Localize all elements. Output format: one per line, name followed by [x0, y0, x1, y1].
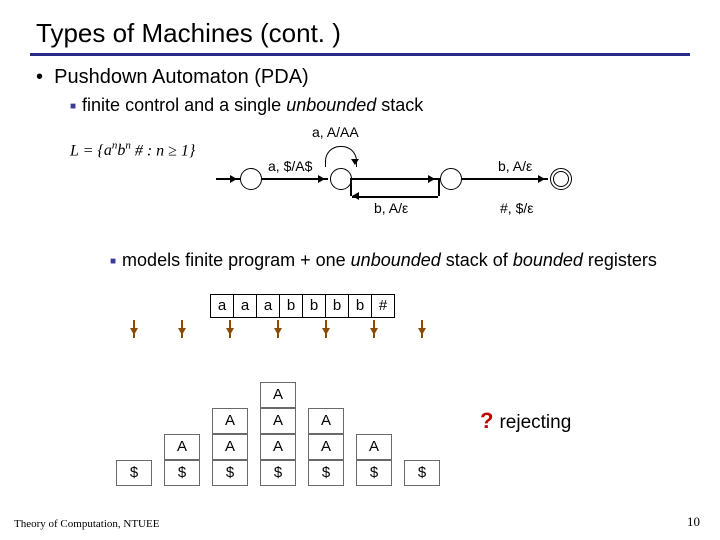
trans-label-3: #, $/ε [500, 200, 533, 216]
down-arrow-icon [325, 320, 327, 338]
tape-cell: b [280, 295, 303, 317]
arrow-seg [438, 178, 440, 196]
tape-cell: # [372, 295, 394, 317]
tape-cell: b [303, 295, 326, 317]
b3-em1: unbounded [351, 250, 441, 270]
tape-cell: a [257, 295, 280, 317]
slide: Types of Machines (cont. ) • Pushdown Au… [0, 0, 720, 540]
trans-label-1: a, $/A$ [268, 158, 312, 174]
stack-cell: A [260, 434, 296, 460]
b3-em2: bounded [513, 250, 583, 270]
down-arrow-icon [229, 320, 231, 338]
arrow-back-line [352, 196, 438, 198]
stack-cell: $ [404, 460, 440, 486]
bullet-level2b: ■ models finite program + one unbounded s… [110, 250, 657, 271]
trans-label-2: b, A/ε [498, 158, 532, 174]
pda-diagram: a, $/A$ a, A/AA b, A/ε b, A/ε #, $/ε [240, 118, 610, 218]
stack-cell: A [260, 382, 296, 408]
tape-cell: a [211, 295, 234, 317]
page-title: Types of Machines (cont. ) [36, 18, 690, 49]
stack-cell: A [164, 434, 200, 460]
arrow-icon [262, 178, 328, 180]
stack-cell: A [260, 408, 296, 434]
question-mark-icon: ? [480, 408, 493, 433]
title-rule [30, 53, 690, 56]
state-q0 [240, 168, 262, 190]
bullet-square-icon: ■ [70, 101, 76, 112]
state-q1 [330, 168, 352, 190]
result-label: ? rejecting [480, 408, 571, 434]
down-arrow-icon [181, 320, 183, 338]
page-number: 10 [687, 514, 700, 530]
bullet-square-icon: ■ [110, 256, 116, 267]
stack-cell: A [308, 434, 344, 460]
b2-pre: finite control and a single [82, 95, 286, 115]
stack-cell: A [356, 434, 392, 460]
stack-cell: $ [260, 460, 296, 486]
trans-label-loop: a, A/AA [312, 124, 359, 140]
tape-cell: b [326, 295, 349, 317]
input-tape: a a a b b b b # [210, 294, 395, 318]
bullet-level2: ■ finite control and a single unbounded s… [70, 95, 690, 116]
footer-source: Theory of Computation, NTUEE [14, 518, 159, 530]
rejecting-text: rejecting [499, 412, 571, 433]
stack-cell: $ [212, 460, 248, 486]
b2-post: stack [376, 95, 423, 115]
tape-cell: b [349, 295, 372, 317]
stack-cell: $ [164, 460, 200, 486]
state-accept [550, 168, 572, 190]
b3-pre: models finite program + one [122, 250, 351, 270]
down-arrow-icon [277, 320, 279, 338]
trans-label-bot: b, A/ε [374, 200, 408, 216]
b3-mid: stack of [441, 250, 513, 270]
stack-cell: $ [116, 460, 152, 486]
bullet1-text: Pushdown Automaton (PDA) [54, 66, 309, 88]
stack-cell: $ [356, 460, 392, 486]
stack-cell: $ [308, 460, 344, 486]
down-arrow-icon [133, 320, 135, 338]
language-formula: L = {anbn # : n ≥ 1} [70, 140, 195, 160]
bullet-dot-icon: • [36, 66, 54, 88]
down-arrow-icon [421, 320, 423, 338]
tape-cell: a [234, 295, 257, 317]
stack-cell: A [212, 408, 248, 434]
state-q2 [440, 168, 462, 190]
arrow-icon [352, 178, 438, 180]
bullet-level1: • Pushdown Automaton (PDA) [36, 66, 690, 89]
start-arrow-icon [216, 178, 240, 180]
loop-arrow-icon [325, 146, 357, 167]
stack-cell: A [212, 434, 248, 460]
arrow-icon [462, 178, 548, 180]
formula-text: L = {anbn # : n ≥ 1} [70, 142, 195, 159]
arrow-seg [350, 178, 352, 196]
stack-cell: A [308, 408, 344, 434]
down-arrow-icon [373, 320, 375, 338]
b2-em: unbounded [286, 95, 376, 115]
b3-post: registers [583, 250, 657, 270]
